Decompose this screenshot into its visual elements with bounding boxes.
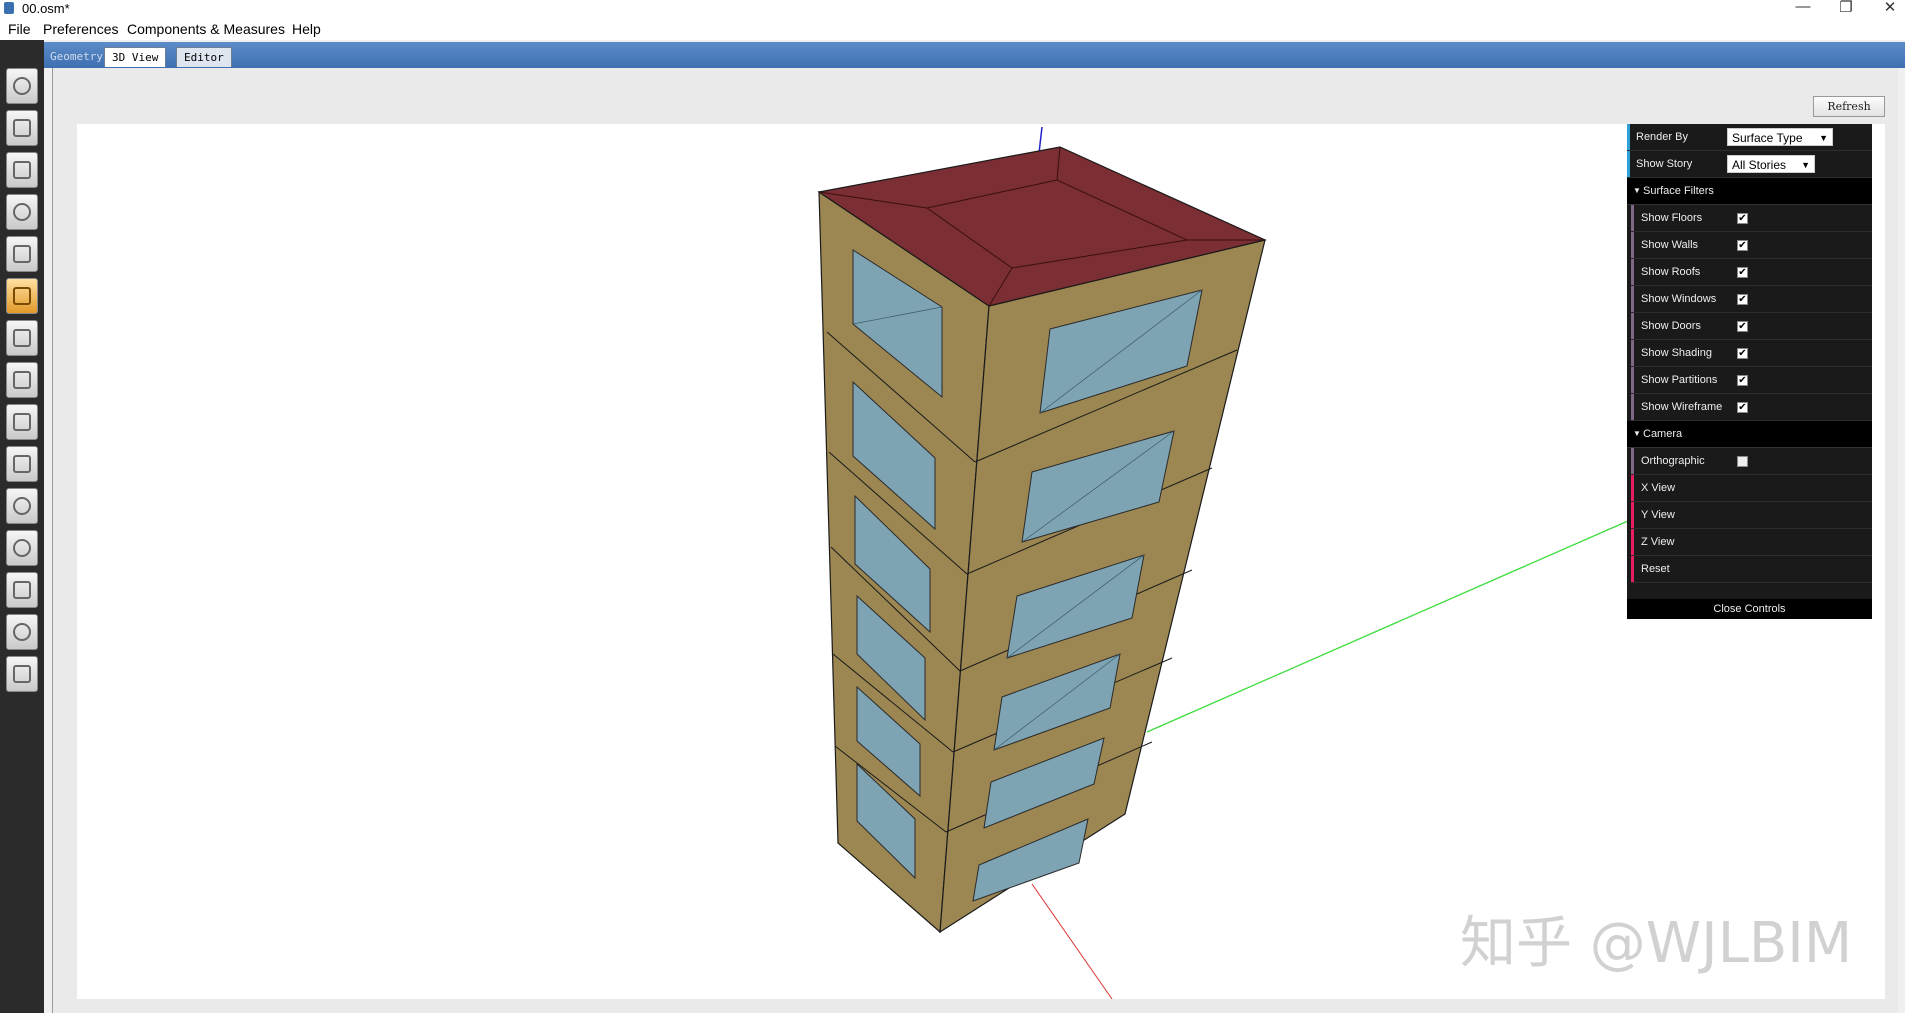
close-button[interactable]: ✕ bbox=[1875, 0, 1905, 16]
orthographic-checkbox[interactable] bbox=[1737, 456, 1748, 467]
show-wireframe-checkbox[interactable]: ✔ bbox=[1737, 402, 1748, 413]
menu-bar: File Preferences Components & Measures H… bbox=[0, 18, 1905, 40]
building-model bbox=[817, 126, 1638, 999]
thermal-zones-icon[interactable] bbox=[6, 404, 38, 440]
chevron-down-icon: ▼ bbox=[1819, 133, 1828, 143]
show-walls-checkbox[interactable]: ✔ bbox=[1737, 240, 1748, 251]
restore-button[interactable]: ❐ bbox=[1831, 0, 1861, 16]
reset-button[interactable]: Reset bbox=[1631, 556, 1872, 583]
run-simulation-icon[interactable] bbox=[6, 614, 38, 650]
x-axis bbox=[1031, 883, 1113, 999]
menu-help[interactable]: Help bbox=[292, 21, 321, 37]
menu-preferences[interactable]: Preferences bbox=[43, 21, 118, 37]
show-doors-checkbox[interactable]: ✔ bbox=[1737, 321, 1748, 332]
constructions-icon[interactable] bbox=[6, 152, 38, 188]
filter-row: Show Windows ✔ bbox=[1631, 286, 1872, 313]
minimize-button[interactable]: — bbox=[1788, 0, 1818, 15]
close-controls-button[interactable]: Close Controls bbox=[1627, 599, 1872, 619]
tab-strip: Geometry 3D View Editor bbox=[44, 42, 1905, 68]
watermark: 知乎 @WJLBIM bbox=[1460, 911, 1853, 976]
render-by-label: Render By bbox=[1636, 131, 1688, 143]
3d-viewport[interactable] bbox=[77, 124, 1885, 999]
filter-row: Show Walls ✔ bbox=[1631, 232, 1872, 259]
title-bar: 00.osm* — ❐ ✕ bbox=[0, 0, 1905, 18]
filter-row: Show Shading ✔ bbox=[1631, 340, 1872, 367]
folder-collapse-icon: ▼ bbox=[1633, 186, 1641, 195]
z-view-button[interactable]: Z View bbox=[1631, 529, 1872, 556]
show-shading-checkbox[interactable]: ✔ bbox=[1737, 348, 1748, 359]
chevron-down-icon: ▼ bbox=[1801, 160, 1810, 170]
tab-3d-view[interactable]: 3D View bbox=[104, 47, 167, 67]
show-story-label: Show Story bbox=[1636, 158, 1693, 170]
tab-editor[interactable]: Editor bbox=[176, 47, 232, 67]
menu-components-measures[interactable]: Components & Measures bbox=[127, 21, 285, 37]
orthographic-row: Orthographic bbox=[1631, 448, 1872, 475]
camera-folder[interactable]: ▼ Camera bbox=[1627, 421, 1872, 448]
render-by-select[interactable]: Surface Type ▼ bbox=[1727, 128, 1833, 146]
y-axis bbox=[1146, 516, 1638, 733]
app-icon bbox=[4, 2, 14, 14]
building-summary-icon[interactable] bbox=[6, 488, 38, 524]
show-partitions-checkbox[interactable]: ✔ bbox=[1737, 375, 1748, 386]
tab-group-geometry: Geometry bbox=[50, 50, 103, 63]
filter-row: Show Wireframe ✔ bbox=[1631, 394, 1872, 421]
surface-filters-folder[interactable]: ▼ Surface Filters bbox=[1627, 178, 1872, 205]
filter-row: Show Doors ✔ bbox=[1631, 313, 1872, 340]
show-windows-checkbox[interactable]: ✔ bbox=[1737, 294, 1748, 305]
site-icon[interactable] bbox=[6, 68, 38, 104]
filter-row: Show Roofs ✔ bbox=[1631, 259, 1872, 286]
hvac-systems-icon[interactable] bbox=[6, 446, 38, 482]
filter-row: Show Floors ✔ bbox=[1631, 205, 1872, 232]
controls-panel: Render By Surface Type ▼ Show Story All S… bbox=[1627, 124, 1872, 619]
menu-file[interactable]: File bbox=[8, 21, 31, 37]
y-view-button[interactable]: Y View bbox=[1631, 502, 1872, 529]
space-types-icon[interactable] bbox=[6, 236, 38, 272]
show-story-row: Show Story All Stories ▼ bbox=[1627, 151, 1872, 178]
results-summary-icon[interactable] bbox=[6, 656, 38, 692]
window-title: 00.osm* bbox=[22, 1, 70, 16]
render-by-row: Render By Surface Type ▼ bbox=[1627, 124, 1872, 151]
x-view-button[interactable]: X View bbox=[1631, 475, 1872, 502]
refresh-button[interactable]: Refresh bbox=[1813, 96, 1885, 117]
facility-icon[interactable] bbox=[6, 320, 38, 356]
simulation-settings-icon[interactable] bbox=[6, 572, 38, 608]
spaces-icon[interactable] bbox=[6, 362, 38, 398]
show-story-select[interactable]: All Stories ▼ bbox=[1727, 155, 1815, 173]
schedules-icon[interactable] bbox=[6, 110, 38, 146]
filter-row: Show Partitions ✔ bbox=[1631, 367, 1872, 394]
measures-icon[interactable] bbox=[6, 530, 38, 566]
loads-icon[interactable] bbox=[6, 194, 38, 230]
show-floors-checkbox[interactable]: ✔ bbox=[1737, 213, 1748, 224]
folder-collapse-icon: ▼ bbox=[1633, 429, 1641, 438]
geometry-icon[interactable] bbox=[6, 278, 38, 314]
show-roofs-checkbox[interactable]: ✔ bbox=[1737, 267, 1748, 278]
left-toolbar bbox=[0, 40, 44, 1013]
